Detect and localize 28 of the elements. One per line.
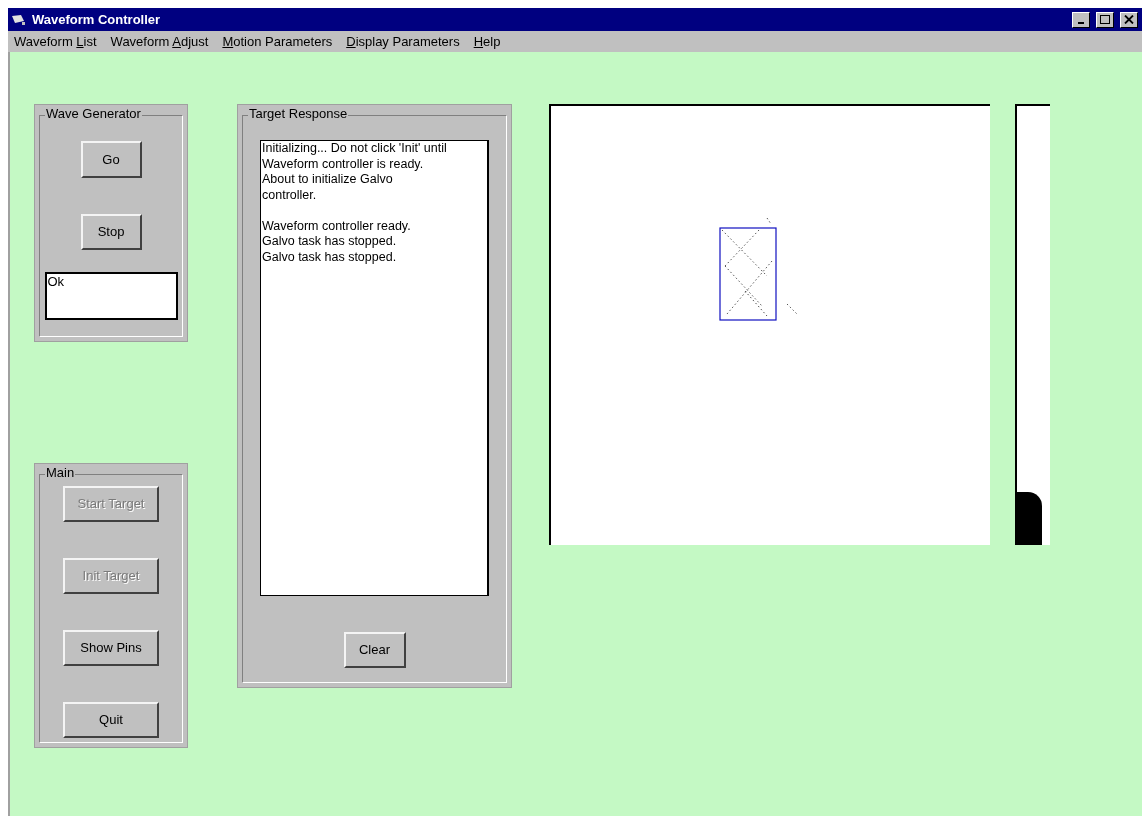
log-line: About to initialize Galvo — [262, 172, 394, 188]
log-line: Galvo task has stopped. — [262, 234, 398, 250]
app-icon — [11, 12, 27, 27]
log-line: Waveform controller ready. — [262, 217, 412, 234]
push-button[interactable]: Stop — [80, 214, 142, 250]
log-line: controller. — [262, 187, 318, 203]
log-line: Initializing... Do not click 'Init' until — [262, 141, 448, 157]
minimize-icon — [1078, 21, 1084, 24]
menu-item[interactable]: Display Parameters — [346, 31, 460, 52]
group-title: Target Response — [248, 106, 349, 122]
log-line: Galvo task has stopped. — [262, 249, 398, 265]
maximize-button[interactable] — [1096, 11, 1114, 28]
push-button[interactable]: Quit — [63, 702, 159, 738]
log-textbox[interactable]: Initializing... Do not click 'Init' until Waveform controller is ready. About to initialize Galvo controller. Waveform controller ready. Galvo task has stopped. Galvo task has stopped. — [260, 140, 489, 596]
menu-item[interactable]: Help — [473, 31, 501, 52]
push-button[interactable]: Show Pins — [63, 630, 159, 666]
status-field[interactable]: Ok — [44, 272, 178, 320]
log-line: Waveform controller is ready. — [262, 156, 425, 172]
menu-item[interactable]: Motion Parameters — [222, 31, 333, 52]
push-button[interactable]: Clear — [343, 632, 406, 668]
maximize-icon — [1100, 15, 1110, 24]
close-button[interactable] — [1120, 11, 1138, 28]
push-button[interactable]: Go — [80, 141, 142, 178]
minimize-button[interactable] — [1072, 11, 1090, 28]
menu-item[interactable]: Waveform List — [14, 31, 97, 52]
menu-item[interactable]: Waveform Adjust — [110, 31, 209, 52]
close-icon — [1124, 15, 1134, 24]
window-title: Waveform Controller — [32, 10, 161, 29]
